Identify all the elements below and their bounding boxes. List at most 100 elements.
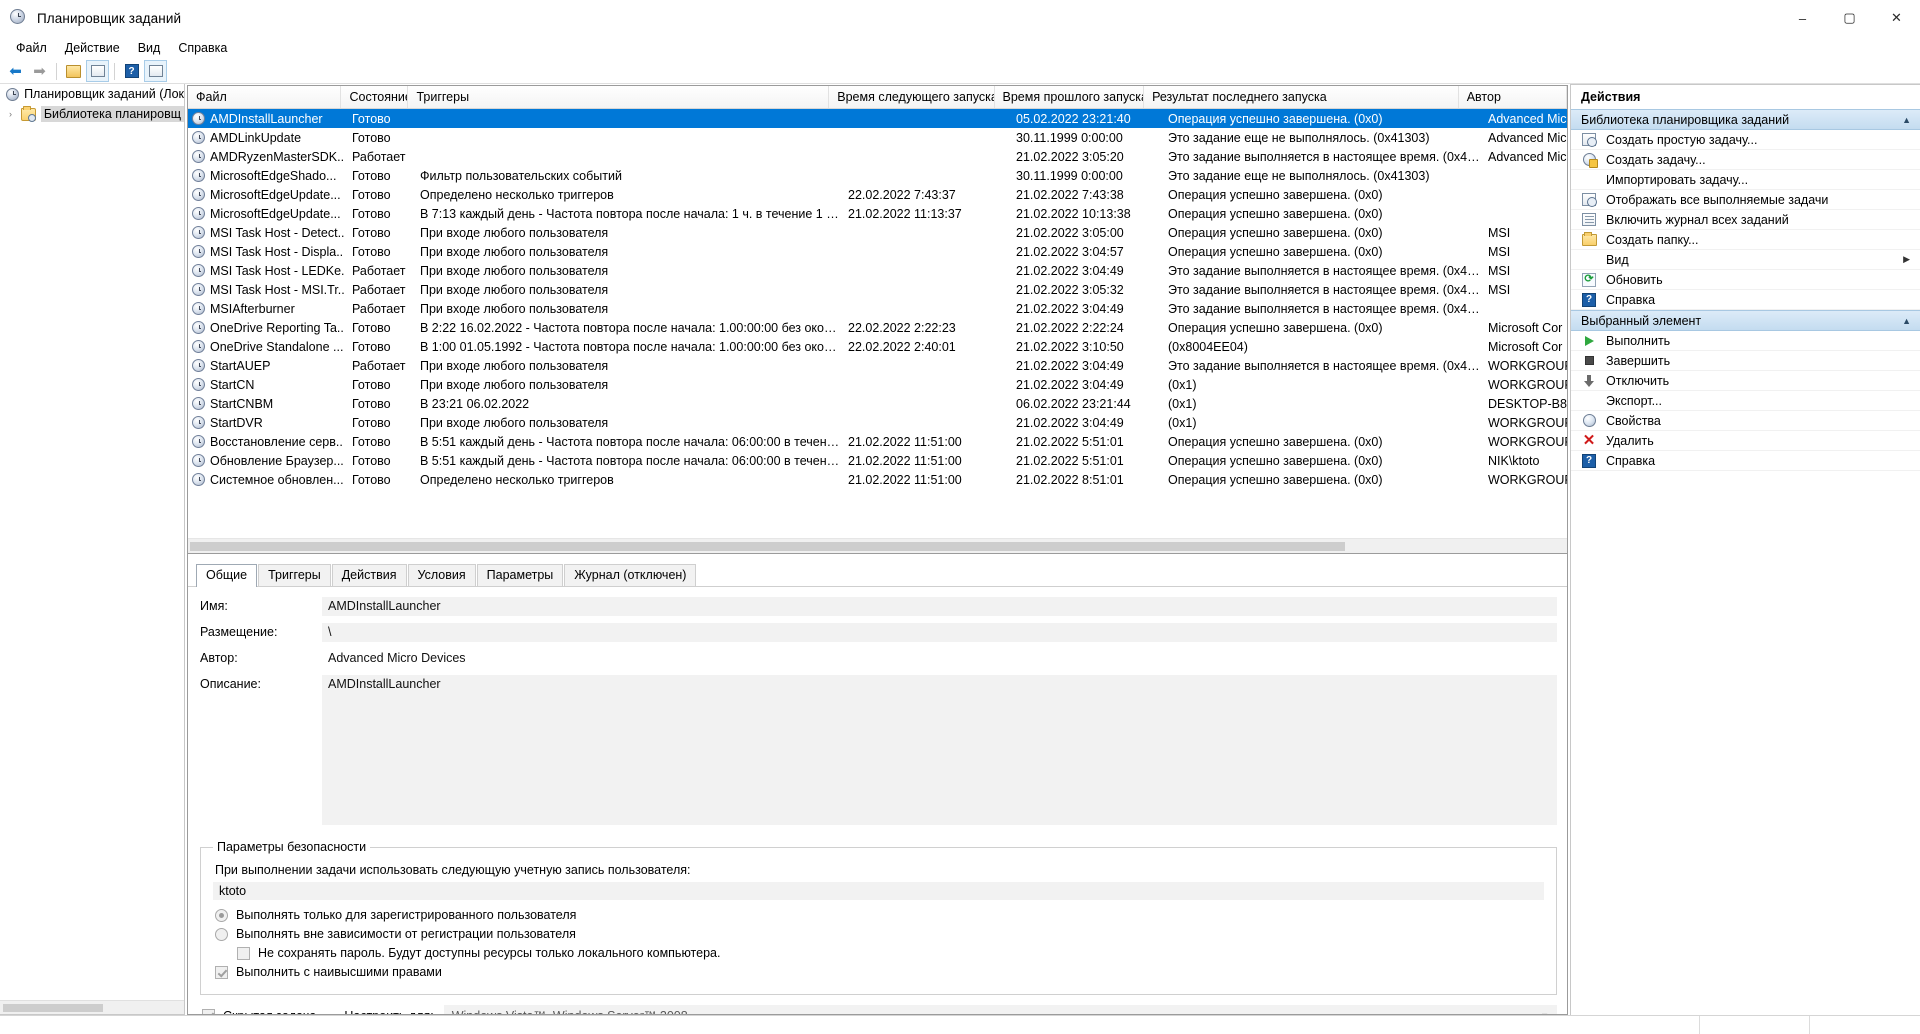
action-item[interactable]: ✕ Удалить: [1571, 431, 1920, 451]
table-row[interactable]: StartDVR Готово При входе любого пользоват…: [188, 413, 1567, 432]
menu-file[interactable]: Файл: [7, 39, 56, 57]
action-item[interactable]: Отображать все выполняемые задачи: [1571, 190, 1920, 210]
table-row[interactable]: StartCN Готово При входе любого пользовате…: [188, 375, 1567, 394]
close-button[interactable]: ✕: [1873, 0, 1920, 36]
cell-author: DESKTOP-B8F4: [1488, 396, 1567, 411]
chevron-up-icon[interactable]: ▲: [1902, 115, 1911, 125]
action-item[interactable]: Отключить: [1571, 371, 1920, 391]
checkbox-hidden-task-indicator[interactable]: [202, 1009, 215, 1014]
task-list: Файл Состояние Триггеры Время следующего…: [187, 85, 1568, 554]
tree-horizontal-scrollbar[interactable]: [0, 1000, 184, 1014]
column-header-name[interactable]: Файл: [188, 86, 342, 108]
checkbox-run-highest-privileges[interactable]: Выполнить с наивысшими правами: [215, 965, 1544, 979]
table-row[interactable]: StartAUEP Работает При входе любого пользо…: [188, 356, 1567, 375]
tab-1[interactable]: Триггеры: [258, 564, 331, 586]
table-row[interactable]: OneDrive Standalone ... Готово В 1:00 01.0…: [188, 337, 1567, 356]
show-action-pane-button[interactable]: [144, 60, 167, 82]
checkbox-do-not-store-password[interactable]: Не сохранять пароль. Будут доступны ресу…: [237, 946, 1544, 960]
table-row[interactable]: MicrosoftEdgeShado... Готово Фильтр пользо…: [188, 166, 1567, 185]
task-list-horizontal-scrollbar[interactable]: [188, 538, 1567, 553]
forward-button[interactable]: ➡: [28, 60, 51, 82]
tab-3[interactable]: Условия: [407, 564, 476, 586]
action-item[interactable]: ? Справка: [1571, 451, 1920, 471]
tab-0[interactable]: Общие: [196, 564, 258, 587]
actions-group-header-0[interactable]: Библиотека планировщика заданий ▲: [1571, 109, 1920, 130]
task-list-scroll-thumb[interactable]: [190, 542, 1345, 551]
table-row[interactable]: MSI Task Host - Displa... Готово При входе…: [188, 242, 1567, 261]
show-pane-button[interactable]: [86, 60, 109, 82]
tree-scroll-thumb[interactable]: [3, 1004, 103, 1012]
actions-group-header-1[interactable]: Выбранный элемент ▲: [1571, 310, 1920, 331]
chevron-up-icon[interactable]: ▲: [1902, 316, 1911, 326]
action-item[interactable]: ? Справка: [1571, 290, 1920, 310]
table-row[interactable]: AMDRyzenMasterSDK... Работает 21.02.2022 3…: [188, 147, 1567, 166]
menu-view[interactable]: Вид: [129, 39, 170, 57]
security-account-value[interactable]: ktoto: [213, 882, 1544, 900]
task-list-body: AMDInstallLauncher Готово 05.02.2022 23:21…: [188, 109, 1567, 538]
action-item-label: Отключить: [1606, 373, 1670, 388]
action-item-label: Создать простую задачу...: [1606, 132, 1758, 147]
column-header-triggers[interactable]: Триггеры: [408, 86, 830, 108]
location-value[interactable]: \: [322, 623, 1557, 642]
table-row[interactable]: MSI Task Host - MSI.Tr... Работает При вхо…: [188, 280, 1567, 299]
action-item[interactable]: Экспорт...: [1571, 391, 1920, 411]
table-row[interactable]: OneDrive Reporting Ta... Готово В 2:22 16.…: [188, 318, 1567, 337]
column-header-last-run[interactable]: Время прошлого запуска: [995, 86, 1145, 108]
name-value[interactable]: AMDInstallLauncher: [322, 597, 1557, 616]
action-item[interactable]: Создать папку...: [1571, 230, 1920, 250]
table-row[interactable]: MSI Task Host - LEDKe... Работает При вход…: [188, 261, 1567, 280]
cell-name-label: StartDVR: [210, 415, 263, 430]
table-row[interactable]: MSI Task Host - Detect... Готово При входе…: [188, 223, 1567, 242]
tab-4[interactable]: Параметры: [476, 564, 564, 586]
cell-next: 21.02.2022 11:51:00: [848, 453, 962, 468]
table-row[interactable]: AMDLinkUpdate Готово 30.11.1999 0:00:00 Это…: [188, 128, 1567, 147]
table-row[interactable]: Обновление Браузер... Готово В 5:51 каждый…: [188, 451, 1567, 470]
menu-action[interactable]: Действие: [56, 39, 129, 57]
table-row[interactable]: MicrosoftEdgeUpdate... Готово Определено н…: [188, 185, 1567, 204]
action-item[interactable]: Свойства: [1571, 411, 1920, 431]
radio-run-only-logged-on[interactable]: Выполнять только для зарегистрированного…: [215, 908, 1544, 922]
run-icon: [1581, 333, 1597, 349]
menu-help[interactable]: Справка: [169, 39, 236, 57]
minimize-button[interactable]: –: [1779, 0, 1826, 36]
tree-node-task-library[interactable]: › Библиотека планировщ: [0, 104, 184, 124]
help-button[interactable]: ?: [120, 60, 143, 82]
cell-author: Microsoft Cor: [1488, 339, 1563, 354]
action-item[interactable]: Вид ▶: [1571, 250, 1920, 270]
tree-node-root-label: Планировщик заданий (Лок: [24, 87, 184, 101]
field-row-author: Автор: Advanced Micro Devices: [200, 649, 1557, 668]
action-item[interactable]: ⟳ Обновить: [1571, 270, 1920, 290]
table-row[interactable]: MSIAfterburner Работает При входе любого п…: [188, 299, 1567, 318]
table-row[interactable]: Системное обновлен... Готово Определено не…: [188, 470, 1567, 489]
tree-expander-library[interactable]: ›: [9, 109, 21, 119]
tree-node-scheduler-root[interactable]: Планировщик заданий (Лок: [0, 84, 184, 104]
action-item-label: Удалить: [1606, 433, 1654, 448]
table-row[interactable]: Восстановление серв... Готово В 5:51 кажды…: [188, 432, 1567, 451]
radio-run-regardless[interactable]: Выполнять вне зависимости от регистрации…: [215, 927, 1544, 941]
action-item[interactable]: Создать простую задачу...: [1571, 130, 1920, 150]
description-value[interactable]: AMDInstallLauncher: [322, 675, 1557, 825]
tab-2[interactable]: Действия: [331, 564, 407, 586]
configure-for-select[interactable]: Windows Vista™, Windows Server™ 2008 ▼: [443, 1005, 1557, 1014]
clock-icon: [6, 87, 20, 101]
column-header-next-run[interactable]: Время следующего запуска: [829, 86, 995, 108]
table-row[interactable]: AMDInstallLauncher Готово 05.02.2022 23:21…: [188, 109, 1567, 128]
new-folder-icon: [1581, 231, 1597, 248]
action-item[interactable]: Включить журнал всех заданий: [1571, 210, 1920, 230]
action-item[interactable]: Создать задачу...: [1571, 150, 1920, 170]
column-header-state[interactable]: Состояние: [341, 86, 409, 108]
maximize-button[interactable]: ▢: [1826, 0, 1873, 36]
table-row[interactable]: MicrosoftEdgeUpdate... Готово В 7:13 кажды…: [188, 204, 1567, 223]
table-row[interactable]: StartCNBM Готово В 23:21 06.02.2022 06.02.2…: [188, 394, 1567, 413]
action-item[interactable]: Выполнить: [1571, 331, 1920, 351]
back-button[interactable]: ⬅: [4, 60, 27, 82]
tab-5[interactable]: Журнал (отключен): [564, 564, 697, 586]
task-clock-icon: [192, 112, 205, 125]
cell-name-label: MSI Task Host - MSI.Tr...: [210, 282, 344, 297]
column-header-last-result[interactable]: Результат последнего запуска: [1144, 86, 1459, 108]
folder-up-button[interactable]: [62, 60, 85, 82]
security-options-group: Параметры безопасности При выполнении за…: [200, 840, 1557, 995]
action-item[interactable]: Завершить: [1571, 351, 1920, 371]
column-header-author[interactable]: Автор: [1459, 86, 1567, 108]
action-item[interactable]: Импортировать задачу...: [1571, 170, 1920, 190]
